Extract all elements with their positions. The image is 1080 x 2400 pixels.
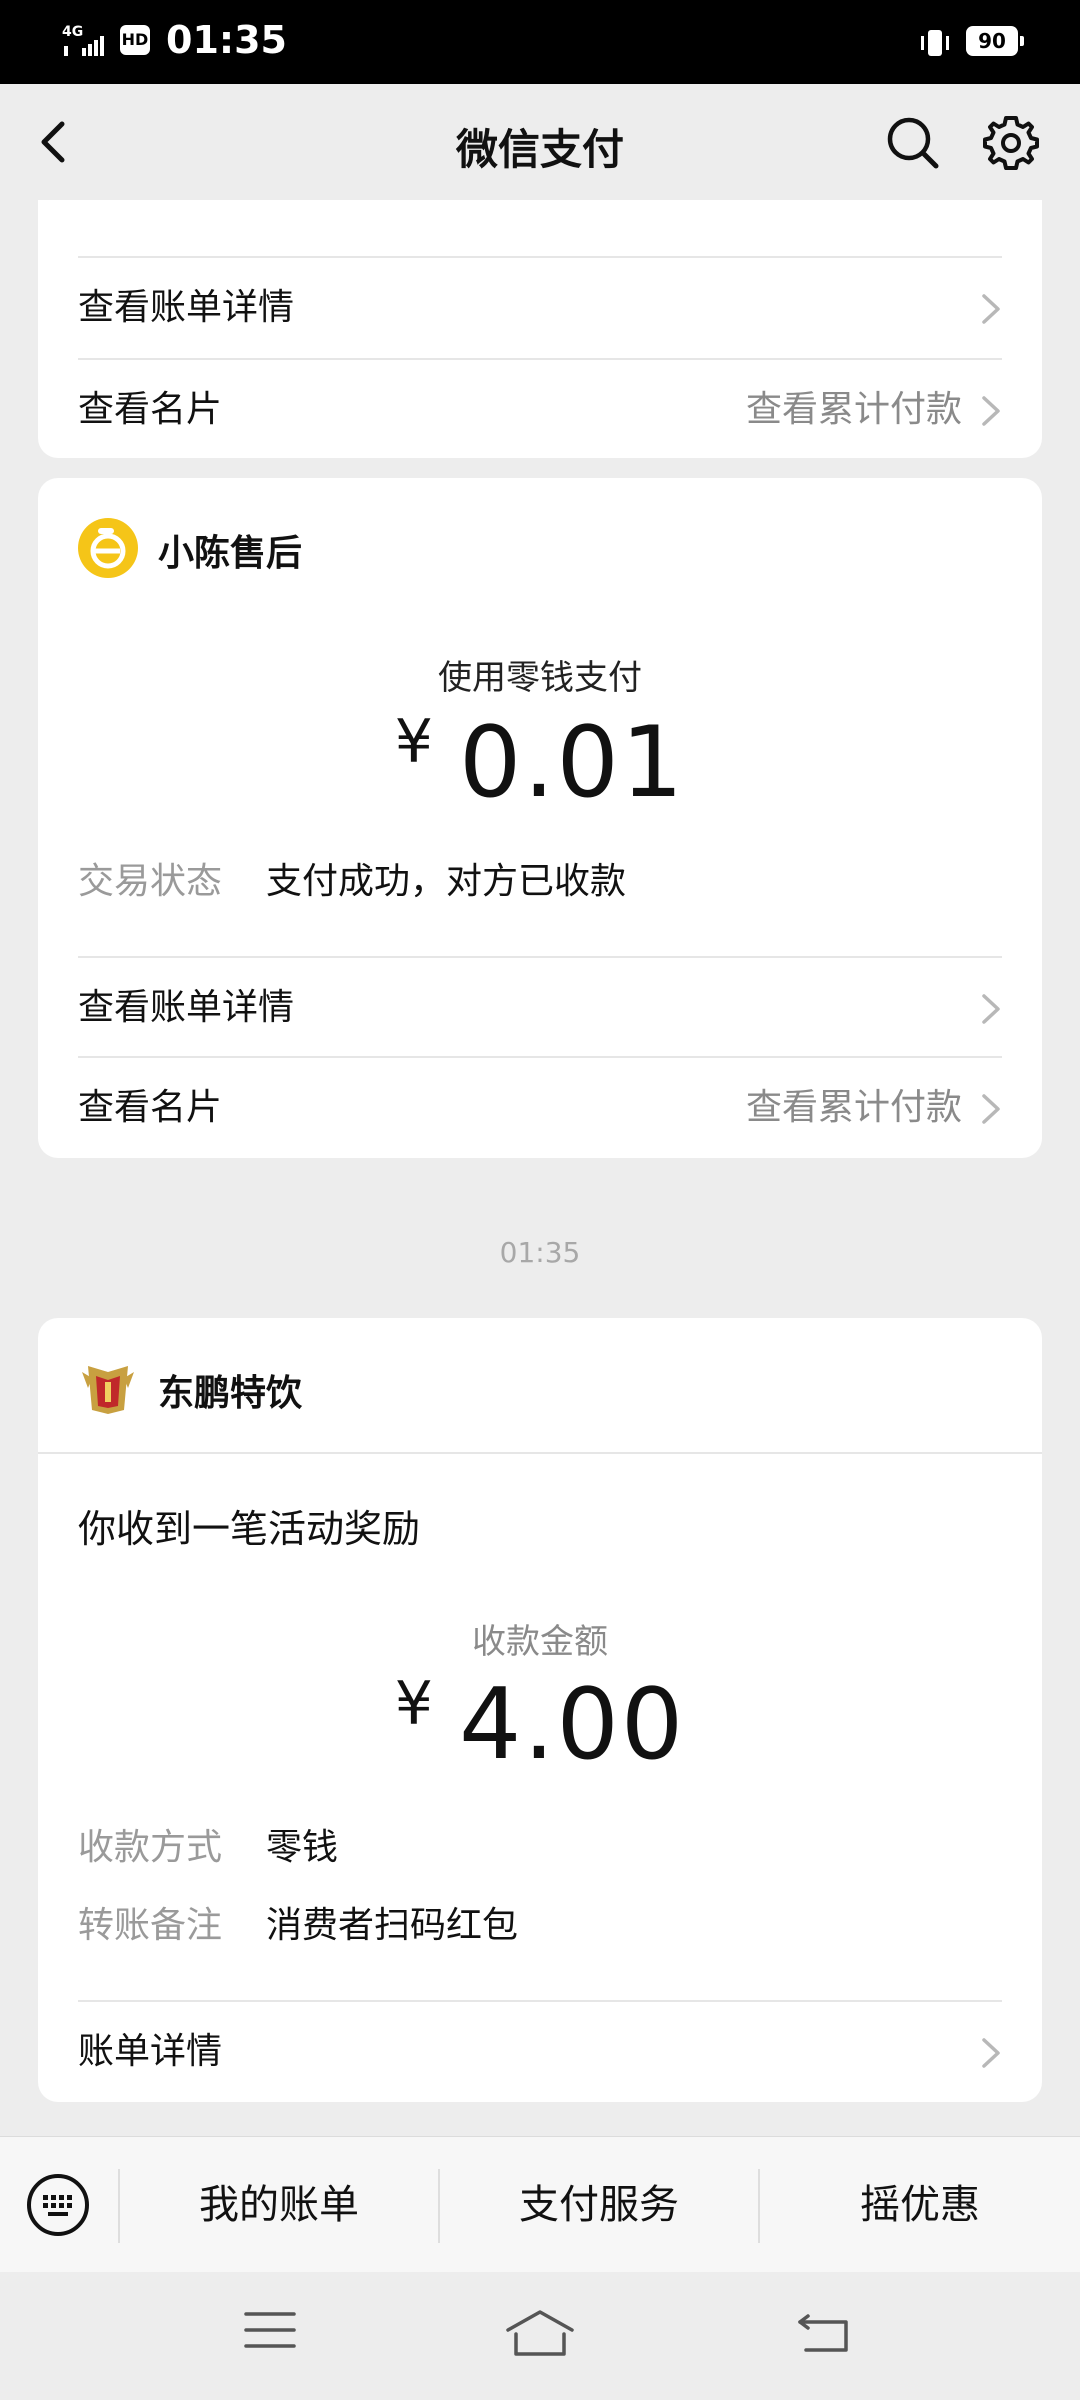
tab-payment-services[interactable]: 支付服务 bbox=[440, 2137, 758, 2273]
status-bar: 4G HD 01:35 90 bbox=[0, 0, 1080, 84]
chevron-right-icon bbox=[982, 396, 1000, 426]
chevron-right-icon bbox=[982, 294, 1000, 324]
home-icon[interactable] bbox=[504, 2308, 576, 2360]
row-label: 账单详情 bbox=[78, 2031, 223, 2072]
merchant-name: 东鹏特饮 bbox=[158, 1373, 303, 1414]
receive-method: 收款方式 零钱 bbox=[78, 1818, 338, 1870]
payment-card-previous: 查看账单详情 查看名片 查看累计付款 bbox=[38, 200, 1042, 458]
chevron-right-icon bbox=[982, 1094, 1000, 1124]
merchant-name: 小陈售后 bbox=[158, 533, 303, 574]
reward-card-merchant: 东鹏特饮 你收到一笔活动奖励 收款金额 ¥4.00 收款方式 零钱 转账备注 消费者… bbox=[38, 1318, 1042, 2102]
chevron-right-icon bbox=[982, 2038, 1000, 2068]
search-icon[interactable] bbox=[884, 114, 940, 170]
signal-icon: 4G bbox=[62, 24, 104, 56]
divider bbox=[38, 1452, 1042, 1454]
row-label: 查看名片 bbox=[78, 389, 223, 430]
transaction-status: 交易状态 支付成功，对方已收款 bbox=[78, 852, 626, 904]
menu-icon[interactable] bbox=[244, 2308, 296, 2352]
back-icon[interactable] bbox=[796, 2308, 852, 2356]
detail-label: 收款方式 bbox=[78, 1827, 223, 1868]
chevron-right-icon bbox=[982, 994, 1000, 1024]
bottom-menu-bar: 我的账单 支付服务 摇优惠 bbox=[0, 2136, 1080, 2273]
bill-details-row[interactable]: 查看账单详情 bbox=[78, 258, 1002, 358]
cumulative-payment-link[interactable]: 查看累计付款 bbox=[746, 1058, 962, 1158]
transfer-note: 转账备注 消费者扫码红包 bbox=[78, 1896, 518, 1948]
status-value: 支付成功，对方已收款 bbox=[266, 861, 627, 902]
row-label: 查看账单详情 bbox=[78, 987, 295, 1028]
row-label: 查看名片 bbox=[78, 1087, 223, 1128]
detail-value: 零钱 bbox=[266, 1827, 339, 1868]
status-time: 01:35 bbox=[166, 18, 287, 62]
payment-method-caption: 使用零钱支付 bbox=[438, 658, 642, 698]
amount-caption: 收款金额 bbox=[472, 1622, 608, 1662]
bill-details-row[interactable]: 查看账单详情 bbox=[78, 958, 1002, 1058]
reward-amount: ¥4.00 bbox=[38, 1668, 1042, 1782]
currency-symbol: ¥ bbox=[394, 1669, 435, 1739]
payment-amount: ¥0.01 bbox=[38, 706, 1042, 820]
svg-text:4G: 4G bbox=[62, 24, 83, 40]
message-timestamp: 01:35 bbox=[499, 1236, 581, 1269]
status-label: 交易状态 bbox=[78, 861, 223, 902]
merchant-logo-icon bbox=[82, 1366, 134, 1414]
nav-bar: 微信支付 bbox=[0, 84, 1080, 200]
merchant-logo-icon bbox=[78, 518, 138, 578]
keyboard-icon[interactable] bbox=[26, 2173, 90, 2237]
detail-value: 消费者扫码红包 bbox=[266, 1905, 519, 1946]
system-nav-bar bbox=[0, 2272, 1080, 2400]
amount-value: 0.01 bbox=[458, 706, 686, 820]
payment-card-merchant: 小陈售后 使用零钱支付 ¥0.01 交易状态 支付成功，对方已收款 查看账单详情 … bbox=[38, 478, 1042, 1158]
reward-headline: 你收到一笔活动奖励 bbox=[78, 1507, 421, 1551]
bill-details-row[interactable]: 账单详情 bbox=[78, 2002, 1002, 2102]
battery-indicator: 90 bbox=[966, 26, 1024, 56]
detail-label: 转账备注 bbox=[78, 1905, 223, 1946]
amount-value: 4.00 bbox=[458, 1668, 686, 1782]
currency-symbol: ¥ bbox=[394, 707, 435, 777]
business-card-row[interactable]: 查看名片 查看累计付款 bbox=[78, 1058, 1002, 1158]
tab-shake-offers[interactable]: 摇优惠 bbox=[760, 2137, 1080, 2273]
business-card-row[interactable]: 查看名片 查看累计付款 bbox=[78, 360, 1002, 460]
row-label: 查看账单详情 bbox=[78, 287, 295, 328]
hd-badge: HD bbox=[120, 25, 150, 55]
cumulative-payment-link[interactable]: 查看累计付款 bbox=[746, 360, 962, 460]
tab-my-bills[interactable]: 我的账单 bbox=[120, 2137, 438, 2273]
vibrate-icon bbox=[921, 30, 949, 56]
gear-icon[interactable] bbox=[982, 114, 1040, 172]
